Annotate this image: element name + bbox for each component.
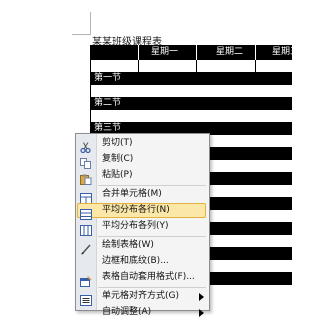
table-row[interactable]: 第二节 bbox=[91, 97, 292, 110]
menu-item-merge-cells[interactable]: 合并单元格(M) bbox=[76, 187, 209, 204]
table-row[interactable] bbox=[91, 60, 292, 72]
context-menu: 剪切(T) 复制(C) 粘贴(P) 合并单元格(M) 平均分布各行(N) 平均分… bbox=[75, 133, 210, 317]
page-margin-corner-mark bbox=[72, 12, 91, 35]
menu-separator bbox=[98, 287, 206, 288]
menu-item-distribute-rows[interactable]: 平均分布各行(N) bbox=[76, 203, 209, 220]
header-cell-monday: 星期一 bbox=[151, 47, 179, 57]
column-divider bbox=[255, 60, 256, 72]
submenu-arrow-icon bbox=[199, 293, 204, 301]
menu-item-label: 绘制表格(W) bbox=[102, 240, 154, 250]
row-label-period-2: 第二节 bbox=[94, 98, 122, 108]
cell-alignment-icon bbox=[80, 291, 92, 306]
column-divider bbox=[255, 45, 256, 60]
menu-item-label: 剪切(T) bbox=[102, 138, 133, 148]
distribute-rows-icon bbox=[80, 205, 92, 220]
menu-item-cell-alignment[interactable]: 单元格对齐方式(G) bbox=[76, 289, 209, 306]
menu-item-distribute-columns[interactable]: 平均分布各列(Y) bbox=[76, 219, 209, 236]
row-label-period-1: 第一节 bbox=[94, 73, 122, 83]
menu-item-autofit[interactable]: 自动调整(A) bbox=[76, 305, 209, 320]
header-cell-wednesday: 星期三 bbox=[272, 47, 300, 57]
menu-item-label: 边框和底纹(B)... bbox=[102, 256, 169, 266]
paste-icon bbox=[80, 170, 92, 185]
column-divider bbox=[196, 45, 197, 60]
draw-table-icon bbox=[80, 240, 92, 255]
copy-icon bbox=[80, 154, 92, 169]
menu-item-cut[interactable]: 剪切(T) bbox=[76, 136, 209, 154]
document-page: 某某班级课程表 星期一 星期二 星期三 第一节 第二节 第三节 剪切(T) 复制… bbox=[0, 0, 299, 317]
table-row[interactable] bbox=[91, 85, 292, 97]
header-cell-tuesday: 星期二 bbox=[216, 47, 244, 57]
table-row[interactable]: 第一节 bbox=[91, 72, 292, 85]
column-divider bbox=[196, 60, 197, 72]
distribute-columns-icon bbox=[80, 221, 92, 236]
menu-item-label: 单元格对齐方式(G) bbox=[102, 291, 179, 301]
menu-item-label: 表格自动套用格式(F)... bbox=[102, 272, 195, 282]
menu-item-label: 平均分布各列(Y) bbox=[102, 221, 169, 231]
column-divider bbox=[138, 60, 139, 72]
menu-item-borders-shading[interactable]: 边框和底纹(B)... bbox=[76, 254, 209, 269]
menu-item-label: 平均分布各行(N) bbox=[102, 205, 170, 215]
autoformat-icon bbox=[80, 272, 92, 287]
menu-item-label: 自动调整(A) bbox=[102, 307, 152, 317]
table-header-row[interactable]: 星期一 星期二 星期三 bbox=[91, 45, 299, 60]
column-divider bbox=[138, 45, 139, 60]
menu-item-paste[interactable]: 粘贴(P) bbox=[76, 168, 209, 185]
merge-cells-icon bbox=[80, 189, 92, 204]
menu-item-label: 合并单元格(M) bbox=[102, 189, 162, 199]
scissors-icon bbox=[80, 138, 92, 154]
submenu-arrow-icon bbox=[199, 309, 204, 317]
menu-item-label: 复制(C) bbox=[102, 154, 134, 164]
menu-item-table-autoformat[interactable]: 表格自动套用格式(F)... bbox=[76, 270, 209, 287]
menu-item-label: 粘贴(P) bbox=[102, 170, 133, 180]
menu-item-draw-table[interactable]: 绘制表格(W) bbox=[76, 238, 209, 255]
menu-separator bbox=[98, 185, 206, 186]
menu-item-copy[interactable]: 复制(C) bbox=[76, 152, 209, 169]
table-row[interactable] bbox=[91, 110, 292, 122]
menu-separator bbox=[98, 236, 206, 237]
